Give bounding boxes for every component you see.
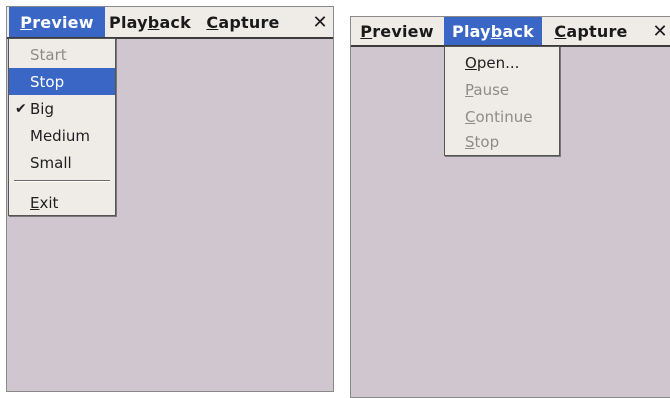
menu-item-stop[interactable]: Stop: [445, 128, 559, 155]
playback-window: Preview Playback Capture ✕ Open... Pause…: [350, 16, 670, 398]
menu-item-continue[interactable]: Continue: [445, 103, 559, 130]
playback-dropdown-menu: Open... Pause Continue Stop: [444, 46, 560, 156]
menu-item-big[interactable]: ✔ Big: [9, 95, 115, 122]
close-button[interactable]: ✕: [305, 7, 335, 37]
menu-preview-label: Preview: [20, 12, 94, 32]
menu-capture-label: Capture: [554, 21, 628, 41]
menu-separator: [14, 180, 110, 182]
menu-playback[interactable]: Playback: [444, 17, 542, 45]
menu-playback-label: Playback: [109, 12, 191, 32]
menu-bar: Preview Playback Capture ✕: [351, 17, 670, 47]
menu-preview[interactable]: Preview: [9, 7, 105, 37]
menu-preview[interactable]: Preview: [355, 17, 439, 45]
menu-playback[interactable]: Playback: [107, 7, 193, 37]
close-button[interactable]: ✕: [645, 17, 670, 45]
menu-capture[interactable]: Capture: [545, 17, 637, 45]
menu-playback-label: Playback: [452, 21, 534, 41]
close-icon: ✕: [312, 11, 328, 33]
menu-bar: Preview Playback Capture ✕: [7, 7, 333, 39]
menu-capture-label: Capture: [206, 12, 280, 32]
close-icon: ✕: [652, 20, 668, 42]
checkmark-icon: ✔: [15, 100, 27, 117]
menu-item-small[interactable]: Small: [9, 149, 115, 176]
menu-capture[interactable]: Capture: [201, 7, 285, 37]
menu-item-open[interactable]: Open...: [445, 49, 559, 76]
preview-window: Preview Playback Capture ✕ Start Stop ✔ …: [6, 6, 334, 392]
menu-preview-label: Preview: [360, 21, 434, 41]
menu-item-exit[interactable]: Exit: [9, 189, 115, 216]
menu-item-medium[interactable]: Medium: [9, 122, 115, 149]
menu-item-pause[interactable]: Pause: [445, 76, 559, 103]
preview-dropdown-menu: Start Stop ✔ Big Medium Small Exit: [8, 38, 116, 216]
menu-item-stop[interactable]: Stop: [9, 68, 115, 95]
menu-item-start[interactable]: Start: [9, 41, 115, 68]
